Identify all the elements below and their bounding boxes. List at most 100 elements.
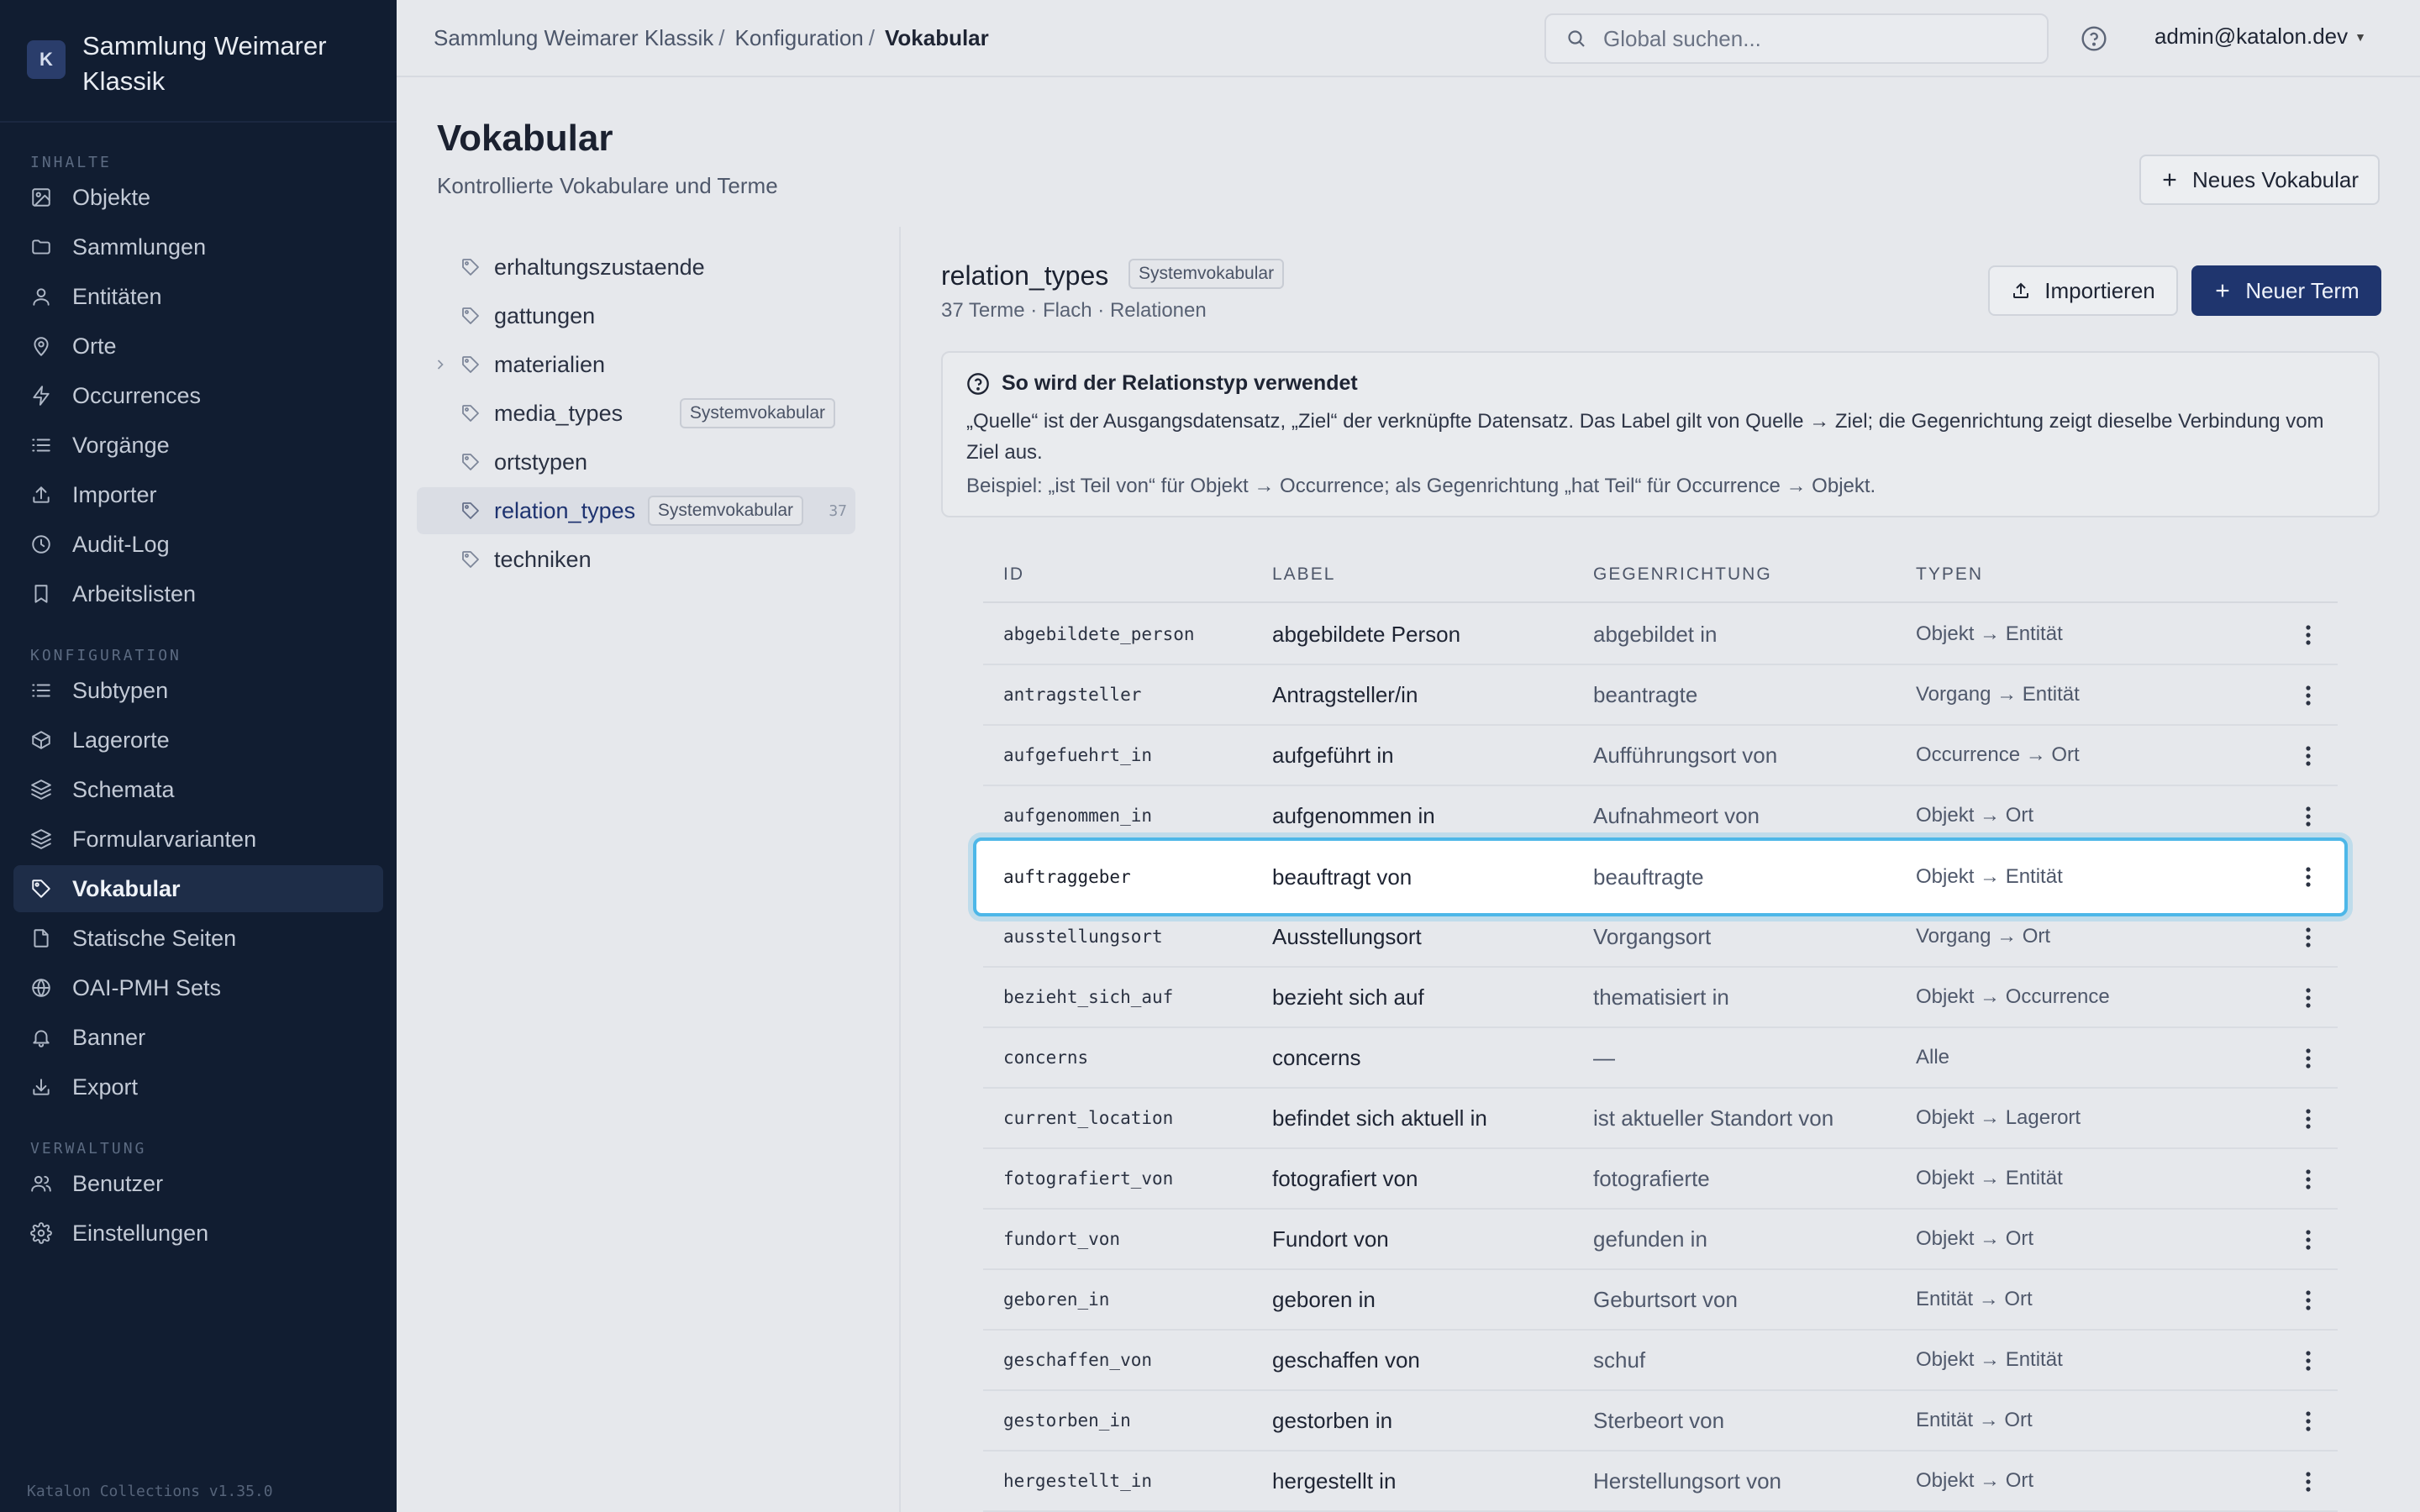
sidebar-item-formularvarianten[interactable]: Formularvarianten: [13, 816, 383, 863]
sidebar-item-benutzer[interactable]: Benutzer: [13, 1160, 383, 1207]
table-row[interactable]: antragsteller Antragsteller/in beantragte V…: [983, 665, 2338, 726]
breadcrumb-item-collection[interactable]: Sammlung Weimarer Klassik: [434, 25, 713, 51]
search-input[interactable]: [1603, 25, 2023, 52]
more-vertical-icon[interactable]: [2296, 1167, 2321, 1192]
term-types: Entität → Ort: [1916, 1409, 2033, 1431]
sidebar-item-subtypen[interactable]: Subtypen: [13, 667, 383, 714]
more-vertical-icon[interactable]: [2296, 1046, 2321, 1071]
sidebar-item-export[interactable]: Export: [13, 1063, 383, 1110]
nav-section-heading: VERWALTUNG: [30, 1140, 147, 1158]
vocabulary-item[interactable]: techniken: [417, 536, 855, 583]
vocabulary-item[interactable]: erhaltungszustaende: [417, 244, 855, 291]
relation-info-box: So wird der Relationstyp verwendet „Quel…: [941, 351, 2380, 517]
more-vertical-icon[interactable]: [2296, 864, 2321, 890]
info-example: Beispiel: „ist Teil von“ für Objekt → Oc…: [966, 475, 1876, 497]
vocabulary-item[interactable]: media_types Systemvokabular: [417, 390, 855, 437]
sidebar-item-objekte[interactable]: Objekte: [13, 174, 383, 221]
more-vertical-icon[interactable]: [2296, 985, 2321, 1011]
sidebar-item-audit-log[interactable]: Audit-Log: [13, 521, 383, 568]
new-vocabulary-button[interactable]: Neues Vokabular: [2139, 155, 2380, 205]
term-types: Objekt → Entität: [1916, 1348, 2063, 1371]
table-row[interactable]: bezieht_sich_auf bezieht sich auf thematis…: [983, 968, 2338, 1028]
chevron-right-icon[interactable]: [432, 354, 449, 375]
more-vertical-icon[interactable]: [2296, 1288, 2321, 1313]
gear-icon: [30, 1222, 52, 1244]
vocabulary-item[interactable]: gattungen: [417, 292, 855, 339]
term-types: Objekt → Occurrence: [1916, 985, 2110, 1008]
more-vertical-icon[interactable]: [2296, 622, 2321, 648]
import-label: Importieren: [2044, 277, 2155, 303]
brand[interactable]: K Sammlung Weimarer Klassik: [0, 0, 397, 123]
more-vertical-icon[interactable]: [2296, 925, 2321, 950]
more-vertical-icon[interactable]: [2296, 1106, 2321, 1131]
sidebar-item-vorgänge[interactable]: Vorgänge: [13, 422, 383, 469]
more-vertical-icon[interactable]: [2296, 804, 2321, 829]
table-row[interactable]: fotografiert_von fotografiert von fotograf…: [983, 1149, 2338, 1210]
sidebar-item-importer[interactable]: Importer: [13, 471, 383, 518]
tag-icon: [460, 452, 481, 472]
table-row[interactable]: gestorben_in gestorben in Sterbeort von Ent…: [983, 1391, 2338, 1452]
table-row[interactable]: geschaffen_von geschaffen von schuf Objekt …: [983, 1331, 2338, 1391]
more-vertical-icon[interactable]: [2296, 683, 2321, 708]
image-icon: [30, 186, 52, 208]
sidebar-item-oai-pmh-sets[interactable]: OAI-PMH Sets: [13, 964, 383, 1011]
sidebar-item-einstellungen[interactable]: Einstellungen: [13, 1210, 383, 1257]
more-vertical-icon[interactable]: [2296, 743, 2321, 769]
vocabulary-item-name: gattungen: [494, 302, 596, 328]
column-header-label[interactable]: LABEL: [1272, 564, 1335, 585]
table-row[interactable]: auftraggeber beauftragt von beauftragte Obj…: [973, 837, 2348, 916]
more-vertical-icon[interactable]: [2296, 1409, 2321, 1434]
box-icon: [30, 729, 52, 751]
more-vertical-icon[interactable]: [2296, 1227, 2321, 1252]
user-menu[interactable]: admin@katalon.dev ▼: [2154, 24, 2366, 50]
sidebar-item-arbeitslisten[interactable]: Arbeitslisten: [13, 570, 383, 617]
table-row[interactable]: fundort_von Fundort von gefunden in Objekt …: [983, 1210, 2338, 1270]
new-term-label: Neuer Term: [2245, 277, 2360, 303]
sidebar-item-banner[interactable]: Banner: [13, 1014, 383, 1061]
sidebar-item-vokabular[interactable]: Vokabular: [13, 865, 383, 912]
more-vertical-icon[interactable]: [2296, 1348, 2321, 1373]
vocabulary-item[interactable]: ortstypen: [417, 438, 855, 486]
user-email: admin@katalon.dev: [2154, 24, 2349, 49]
sidebar-item-statische-seiten[interactable]: Statische Seiten: [13, 915, 383, 962]
sidebar-item-orte[interactable]: Orte: [13, 323, 383, 370]
table-row[interactable]: hergestellt_in hergestellt in Herstellungs…: [983, 1452, 2338, 1512]
term-types: Objekt → Entität: [1916, 865, 2063, 888]
term-inverse-label: gefunden in: [1593, 1226, 1707, 1252]
term-id: fundort_von: [1003, 1229, 1121, 1249]
table-row[interactable]: aufgefuehrt_in aufgeführt in Aufführungsor…: [983, 726, 2338, 786]
system-vocabulary-badge: Systemvokabular: [1128, 259, 1285, 289]
table-row[interactable]: concerns concerns — Alle: [983, 1028, 2338, 1089]
term-id: hergestellt_in: [1003, 1471, 1153, 1491]
term-label: aufgenommen in: [1272, 802, 1435, 828]
term-label: bezieht sich auf: [1272, 984, 1424, 1010]
sidebar-item-label: Arbeitslisten: [72, 580, 197, 606]
breadcrumb-item-configuration[interactable]: Konfiguration: [735, 25, 864, 51]
term-types: Objekt → Entität: [1916, 1167, 2063, 1189]
sidebar-item-lagerorte[interactable]: Lagerorte: [13, 717, 383, 764]
column-header-inverse[interactable]: GEGENRICHTUNG: [1593, 564, 1772, 585]
vocabulary-item[interactable]: materialien: [417, 341, 855, 388]
sidebar-item-label: Export: [72, 1074, 139, 1100]
page-title: Vokabular: [437, 118, 613, 159]
table-row[interactable]: abgebildete_person abgebildete Person abge…: [983, 605, 2338, 665]
table-row[interactable]: current_location befindet sich aktuell in…: [983, 1089, 2338, 1149]
sidebar-item-entitäten[interactable]: Entitäten: [13, 273, 383, 320]
import-button[interactable]: Importieren: [1988, 265, 2178, 316]
term-inverse-label: beantragte: [1593, 681, 1698, 707]
term-label: fotografiert von: [1272, 1165, 1418, 1191]
sidebar-item-schemata[interactable]: Schemata: [13, 766, 383, 813]
sidebar-item-label: Schemata: [72, 776, 175, 802]
more-vertical-icon[interactable]: [2296, 1469, 2321, 1494]
table-row[interactable]: geboren_in geboren in Geburtsort von Entitä…: [983, 1270, 2338, 1331]
sidebar-item-occurrences[interactable]: Occurrences: [13, 372, 383, 419]
sidebar-item-sammlungen[interactable]: Sammlungen: [13, 223, 383, 270]
global-search[interactable]: [1544, 13, 2049, 64]
new-term-button[interactable]: Neuer Term: [2191, 265, 2381, 316]
help-icon[interactable]: [2081, 25, 2107, 52]
column-header-id[interactable]: ID: [1003, 564, 1024, 585]
list-icon: [30, 680, 52, 701]
vocabulary-list: erhaltungszustaende gattungen materialien m…: [397, 227, 901, 1512]
column-header-types[interactable]: TYPEN: [1916, 564, 1983, 585]
vocabulary-item[interactable]: relation_types Systemvokabular 37: [417, 487, 855, 534]
